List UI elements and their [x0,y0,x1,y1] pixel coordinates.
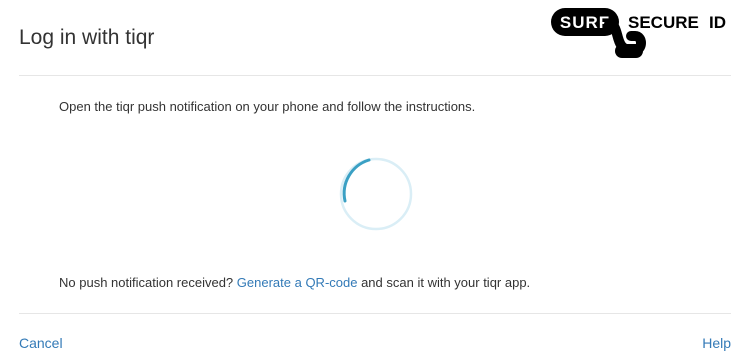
svg-text:SURF: SURF [560,13,610,32]
svg-text:SECURE: SECURE [628,13,699,32]
fallback-prefix: No push notification received? [59,275,237,290]
loading-spinner-icon [339,157,413,231]
generate-qr-code-link[interactable]: Generate a QR-code [237,275,358,290]
fallback-suffix: and scan it with your tiqr app. [357,275,531,290]
surf-secureid-logo: SURF SECURE ID [551,8,726,58]
header-divider [19,75,731,76]
svg-text:ID: ID [709,13,726,32]
login-dialog: Log in with tiqr SURF SECURE ID Open the… [0,0,731,351]
fallback-text: No push notification received? Generate … [59,275,530,290]
instruction-text: Open the tiqr push notification on your … [59,99,476,114]
cancel-link[interactable]: Cancel [19,335,63,351]
page-title: Log in with tiqr [19,26,155,49]
footer-divider [19,313,731,314]
help-link[interactable]: Help [702,335,731,351]
